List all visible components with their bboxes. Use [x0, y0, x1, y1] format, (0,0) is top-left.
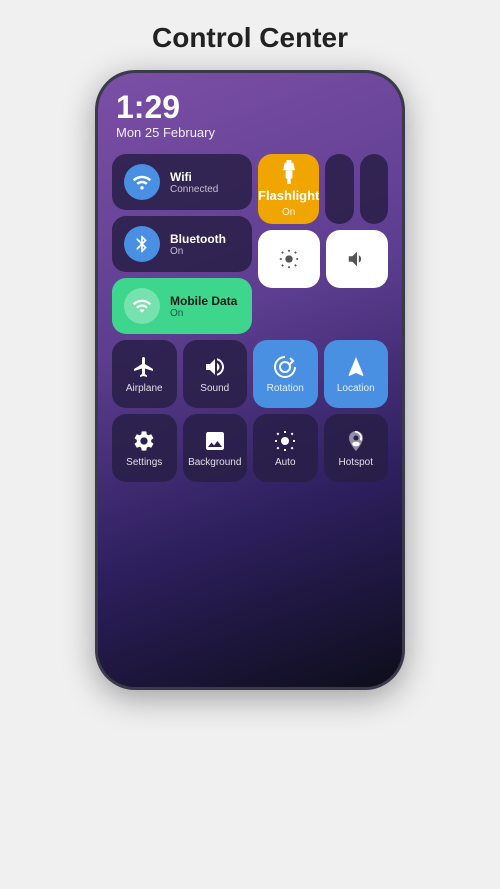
bottom-row-2: Settings Background Auto: [112, 414, 388, 482]
mobile-data-tile[interactable]: Mobile Data On: [112, 278, 252, 334]
flashlight-tile[interactable]: Flashlight On: [258, 154, 319, 224]
bluetooth-labels: Bluetooth On: [170, 232, 226, 257]
page-title: Control Center: [152, 22, 348, 54]
mobile-data-name: Mobile Data: [170, 294, 237, 308]
bluetooth-icon-circle: [124, 226, 160, 262]
date: Mon 25 February: [116, 125, 215, 140]
settings-label: Settings: [126, 457, 162, 468]
flashlight-status: On: [282, 207, 295, 218]
wifi-labels: Wifi Connected: [170, 170, 218, 195]
wifi-name: Wifi: [170, 170, 218, 184]
small-tile-2[interactable]: [360, 154, 388, 224]
background-label: Background: [188, 457, 241, 468]
clock: 1:29: [116, 91, 215, 123]
bluetooth-name: Bluetooth: [170, 232, 226, 246]
top-right-row: Flashlight On: [258, 154, 388, 224]
sound-tile[interactable]: Sound: [183, 340, 248, 408]
phone-background: 1:29 Mon 25 February: [98, 73, 402, 687]
auto-tile[interactable]: Auto: [253, 414, 318, 482]
left-panel: Wifi Connected Bluetooth: [112, 154, 252, 334]
sound-label: Sound: [200, 383, 229, 394]
status-bar: 1:29 Mon 25 February: [112, 91, 388, 140]
rotation-tile[interactable]: Rotation: [253, 340, 318, 408]
rotation-label: Rotation: [267, 383, 304, 394]
bluetooth-tile[interactable]: Bluetooth On: [112, 216, 252, 272]
control-grid: Wifi Connected Bluetooth: [112, 154, 388, 675]
mobile-data-labels: Mobile Data On: [170, 294, 237, 319]
mobile-icon-circle: [124, 288, 160, 324]
volume-tile[interactable]: [326, 230, 388, 288]
background-tile[interactable]: Background: [183, 414, 248, 482]
airplane-label: Airplane: [126, 383, 163, 394]
right-column: Flashlight On: [258, 154, 388, 334]
hotspot-tile[interactable]: Hotspot: [324, 414, 389, 482]
hotspot-label: Hotspot: [339, 457, 373, 468]
settings-tile[interactable]: Settings: [112, 414, 177, 482]
brightness-tile[interactable]: [258, 230, 320, 288]
location-label: Location: [337, 383, 375, 394]
wifi-tile[interactable]: Wifi Connected: [112, 154, 252, 210]
bottom-row-1: Airplane Sound: [112, 340, 388, 408]
location-tile[interactable]: Location: [324, 340, 389, 408]
small-tile-1[interactable]: [325, 154, 353, 224]
main-row: Wifi Connected Bluetooth: [112, 154, 388, 334]
wifi-status: Connected: [170, 184, 218, 195]
airplane-tile[interactable]: Airplane: [112, 340, 177, 408]
bluetooth-status: On: [170, 246, 226, 257]
middle-right-row: [258, 230, 388, 288]
wifi-icon-circle: [124, 164, 160, 200]
auto-label: Auto: [275, 457, 296, 468]
flashlight-name: Flashlight: [258, 188, 319, 203]
phone-frame: 1:29 Mon 25 February: [95, 70, 405, 690]
mobile-data-status: On: [170, 308, 237, 319]
